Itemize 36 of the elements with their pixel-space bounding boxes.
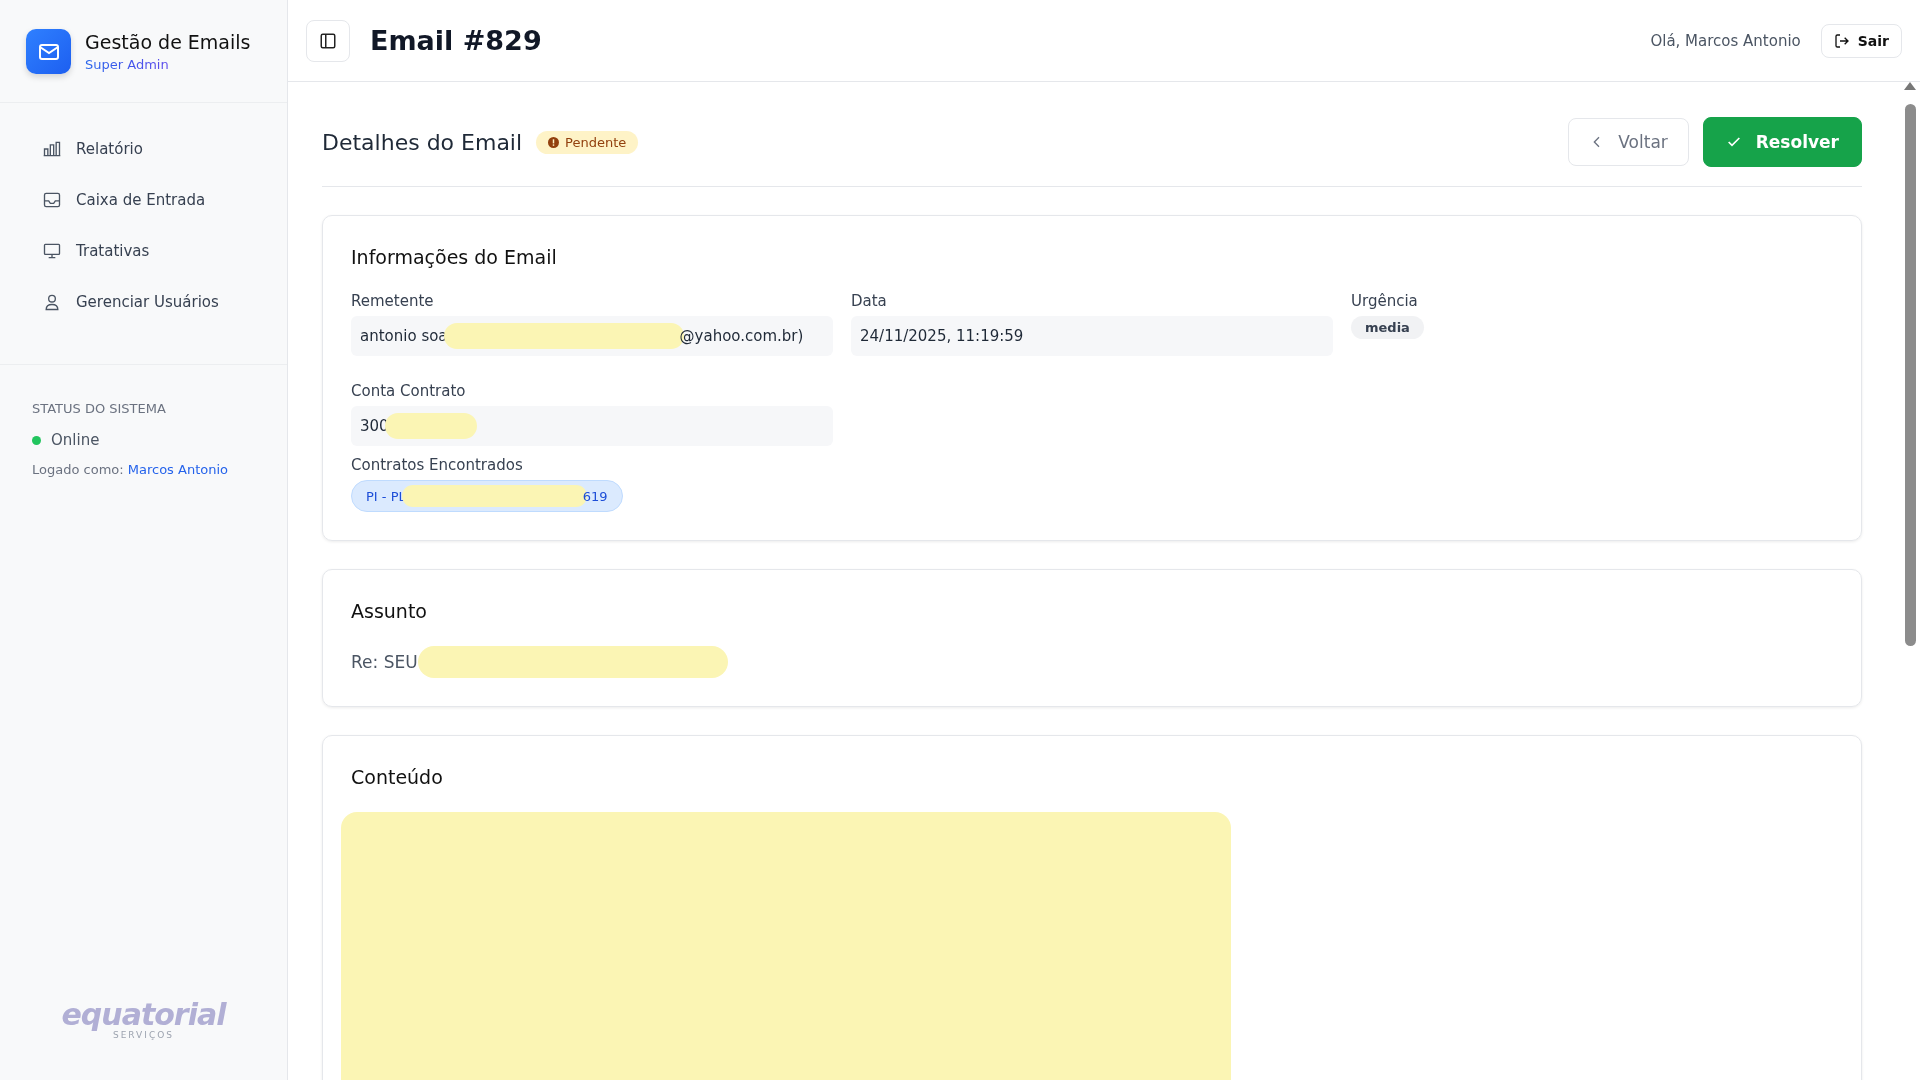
nav-item[interactable]: Relatório bbox=[16, 131, 271, 167]
sidebar-toggle-button[interactable] bbox=[306, 19, 350, 62]
logged-in-text: Logado como: Marcos Antonio bbox=[32, 462, 229, 477]
back-button[interactable]: Voltar bbox=[1567, 118, 1689, 166]
company-logo: equatorial SERVIÇOS bbox=[61, 1000, 226, 1040]
logout-button[interactable]: Sair bbox=[1820, 23, 1902, 58]
card-title: Informações do Email bbox=[351, 246, 558, 268]
bar-chart-icon bbox=[42, 139, 62, 159]
card-title: Assunto bbox=[351, 600, 428, 622]
info-icon bbox=[548, 136, 560, 148]
nav-item[interactable]: Gerenciar Usuários bbox=[16, 284, 271, 320]
field-label: Data bbox=[851, 292, 888, 310]
field-label: Conta Contrato bbox=[351, 382, 467, 400]
monitor-icon bbox=[42, 241, 62, 261]
card-title: Conteúdo bbox=[351, 766, 444, 788]
field-value: 24/11/2025, 11:19:59 bbox=[851, 316, 1333, 356]
section-heading: STATUS DO SISTEMA bbox=[32, 401, 167, 416]
nav-item[interactable]: Caixa de Entrada bbox=[16, 182, 271, 218]
urgency-badge: media bbox=[1351, 316, 1424, 339]
field-label: Remetente bbox=[351, 292, 435, 310]
logout-icon bbox=[1833, 32, 1850, 49]
mail-icon bbox=[26, 29, 71, 74]
nav-item[interactable]: Tratativas bbox=[16, 233, 271, 269]
status-text: Online bbox=[51, 431, 100, 449]
page-title: Email #829 bbox=[370, 25, 543, 56]
field-label: Contratos Encontrados bbox=[351, 456, 524, 474]
subject-text: Re: SEU bbox=[351, 652, 418, 672]
user-link[interactable]: Marcos Antonio bbox=[127, 462, 228, 477]
field-label: Urgência bbox=[1351, 292, 1419, 310]
status-badge: Pendente bbox=[536, 130, 639, 154]
app-title: Gestão de Emails bbox=[85, 31, 251, 53]
sidebar-panel-icon bbox=[319, 31, 337, 50]
section-title: Detalhes do Email bbox=[322, 129, 523, 155]
inbox-icon bbox=[42, 190, 62, 210]
scroll-up-icon[interactable] bbox=[1904, 82, 1916, 90]
greeting-text: Olá, Marcos Antonio bbox=[1650, 31, 1801, 50]
